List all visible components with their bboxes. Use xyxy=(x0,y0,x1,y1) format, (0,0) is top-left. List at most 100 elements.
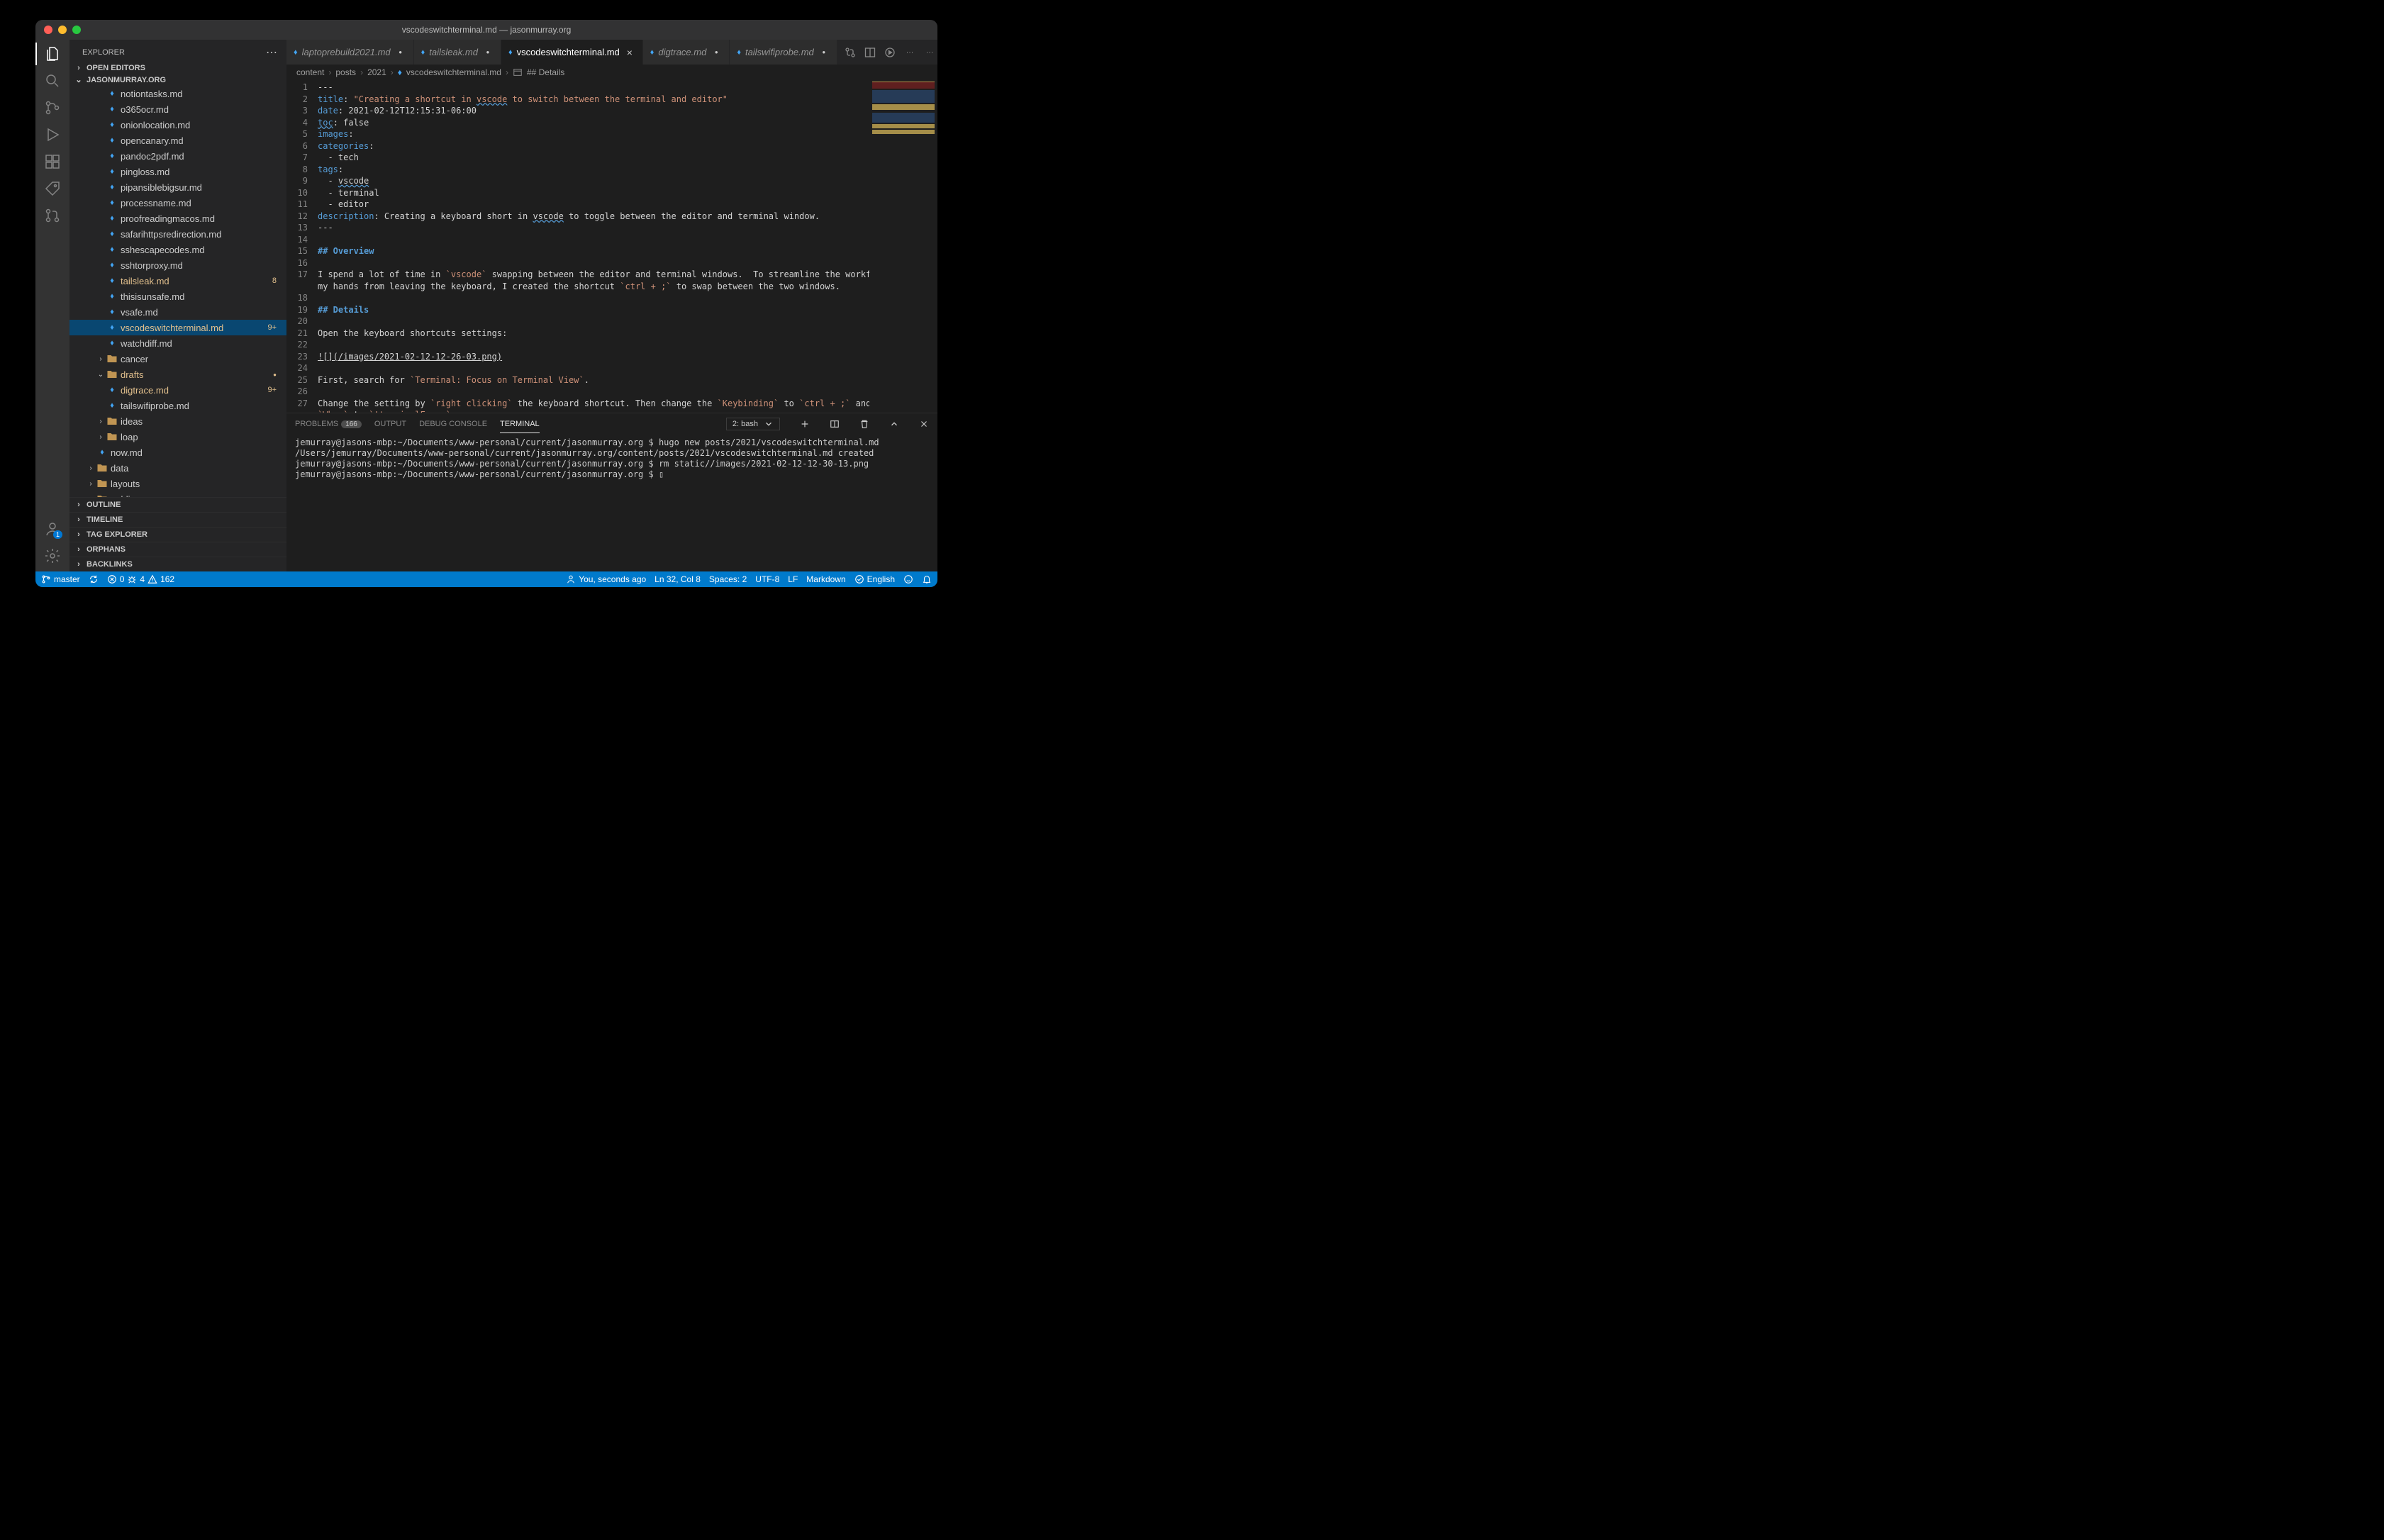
panel-tab-output[interactable]: OUTPUT xyxy=(374,415,406,433)
file-tree[interactable]: ♦notiontasks.md♦o365ocr.md♦onionlocation… xyxy=(69,86,286,497)
file-tailsleak.md[interactable]: ♦tailsleak.md8 xyxy=(69,273,286,289)
breadcrumb-seg[interactable]: content xyxy=(296,67,324,77)
sidebar-section-open-editors[interactable]: ›OPEN EDITORS xyxy=(69,62,286,74)
dirty-indicator[interactable] xyxy=(395,47,406,58)
file-notiontasks.md[interactable]: ♦notiontasks.md xyxy=(69,86,286,101)
folder-public[interactable]: ›public xyxy=(69,491,286,497)
file-pandoc2pdf.md[interactable]: ♦pandoc2pdf.md xyxy=(69,148,286,164)
status-item[interactable]: Spaces: 2 xyxy=(709,574,747,584)
tags-icon[interactable] xyxy=(44,180,61,197)
panel-tab-debug-console[interactable]: DEBUG CONSOLE xyxy=(419,415,487,433)
tab-digtrace.md[interactable]: ♦digtrace.md xyxy=(643,40,730,65)
status-item[interactable]: master xyxy=(41,574,80,584)
markdown-file-icon: ♦ xyxy=(106,166,118,177)
panel-tab-terminal[interactable]: TERMINAL xyxy=(500,415,540,433)
sidebar-section-jasonmurray-org[interactable]: ⌄JASONMURRAY.ORG xyxy=(69,74,286,86)
sidebar-section-outline[interactable]: ›OUTLINE xyxy=(69,497,286,512)
tab-tailswifiprobe.md[interactable]: ♦tailswifiprobe.md xyxy=(730,40,837,65)
status-item[interactable]: Markdown xyxy=(806,574,845,584)
source-control-icon[interactable] xyxy=(44,99,61,116)
folder-data[interactable]: ›data xyxy=(69,460,286,476)
terminal-selector[interactable]: 2: bash xyxy=(726,418,780,430)
zoom-window-button[interactable] xyxy=(72,26,81,34)
file-tailswifiprobe.md[interactable]: ♦tailswifiprobe.md xyxy=(69,398,286,413)
file-watchdiff.md[interactable]: ♦watchdiff.md xyxy=(69,335,286,351)
file-digtrace.md[interactable]: ♦digtrace.md9+ xyxy=(69,382,286,398)
file-safarihttpsredirection.md[interactable]: ♦safarihttpsredirection.md xyxy=(69,226,286,242)
extensions-icon[interactable] xyxy=(44,153,61,170)
breadcrumb-seg[interactable]: 2021 xyxy=(367,67,386,77)
gear-icon[interactable] xyxy=(44,547,61,564)
status-item[interactable] xyxy=(89,574,99,584)
dirty-indicator[interactable] xyxy=(711,47,722,58)
sidebar-section-timeline[interactable]: ›TIMELINE xyxy=(69,512,286,527)
file-opencanary.md[interactable]: ♦opencanary.md xyxy=(69,133,286,148)
editor-content[interactable]: ---title: "Creating a shortcut in vscode… xyxy=(315,80,869,413)
tab-laptoprebuild2021.md[interactable]: ♦laptoprebuild2021.md xyxy=(286,40,414,65)
file-o365ocr.md[interactable]: ♦o365ocr.md xyxy=(69,101,286,117)
editor[interactable]: 1234567891011121314151617181920212223242… xyxy=(286,80,869,413)
dirty-indicator[interactable] xyxy=(818,47,830,58)
file-proofreadingmacos.md[interactable]: ♦proofreadingmacos.md xyxy=(69,211,286,226)
titlebar[interactable]: vscodeswitchterminal.md — jasonmurray.or… xyxy=(35,20,937,40)
breadcrumb-sep: › xyxy=(506,67,508,77)
activity-bar: 1 xyxy=(35,40,69,571)
preview-icon[interactable] xyxy=(864,47,876,58)
account-icon[interactable]: 1 xyxy=(44,520,61,537)
status-item[interactable] xyxy=(922,574,932,584)
more-icon[interactable] xyxy=(904,47,915,58)
folder-ideas[interactable]: ›ideas xyxy=(69,413,286,429)
panel-tab-problems[interactable]: PROBLEMS166 xyxy=(295,415,362,433)
file-sshtorproxy.md[interactable]: ♦sshtorproxy.md xyxy=(69,257,286,273)
status-item[interactable]: Ln 32, Col 8 xyxy=(655,574,701,584)
file-onionlocation.md[interactable]: ♦onionlocation.md xyxy=(69,117,286,133)
file-thisisunsafe.md[interactable]: ♦thisisunsafe.md xyxy=(69,289,286,304)
folder-drafts[interactable]: ⌄drafts● xyxy=(69,367,286,382)
minimize-window-button[interactable] xyxy=(58,26,67,34)
sidebar-section-backlinks[interactable]: ›BACKLINKS xyxy=(69,557,286,571)
file-vsafe.md[interactable]: ♦vsafe.md xyxy=(69,304,286,320)
terminal-output[interactable]: jemurray@jasons-mbp:~/Documents/www-pers… xyxy=(286,435,937,571)
status-item[interactable]: You, seconds ago xyxy=(566,574,646,584)
plus-icon[interactable] xyxy=(800,419,810,429)
git-pr-icon[interactable] xyxy=(44,207,61,224)
search-icon[interactable] xyxy=(44,72,61,89)
folder-layouts[interactable]: ›layouts xyxy=(69,476,286,491)
status-item[interactable]: UTF-8 xyxy=(755,574,779,584)
run-icon[interactable] xyxy=(884,47,896,58)
chevron-right-icon: › xyxy=(96,418,105,425)
debug-icon[interactable] xyxy=(44,126,61,143)
breadcrumb[interactable]: content›posts›2021›♦vscodeswitchterminal… xyxy=(286,65,937,80)
trash-icon[interactable] xyxy=(859,419,869,429)
file-pipansiblebigsur.md[interactable]: ♦pipansiblebigsur.md xyxy=(69,179,286,195)
status-item[interactable] xyxy=(903,574,913,584)
split-icon[interactable] xyxy=(830,419,840,429)
dirty-indicator[interactable] xyxy=(482,47,494,58)
close-tab-icon[interactable]: × xyxy=(624,47,635,58)
close-icon[interactable] xyxy=(919,419,929,429)
sidebar-section-orphans[interactable]: ›ORPHANS xyxy=(69,542,286,557)
explorer-more-icon[interactable]: ⋯ xyxy=(266,45,278,60)
status-item[interactable]: 04162 xyxy=(107,574,174,584)
git-compare-icon[interactable] xyxy=(845,47,856,58)
files-icon[interactable] xyxy=(44,45,61,62)
file-processname.md[interactable]: ♦processname.md xyxy=(69,195,286,211)
tab-tailsleak.md[interactable]: ♦tailsleak.md xyxy=(414,40,501,65)
file-vscodeswitchterminal.md[interactable]: ♦vscodeswitchterminal.md9+ xyxy=(69,320,286,335)
folder-loap[interactable]: ›loap xyxy=(69,429,286,445)
breadcrumb-seg[interactable]: ## Details xyxy=(527,67,564,77)
close-window-button[interactable] xyxy=(44,26,52,34)
chevron-up-icon[interactable] xyxy=(889,419,899,429)
sidebar-section-tag-explorer[interactable]: ›TAG EXPLORER xyxy=(69,527,286,542)
status-item[interactable]: LF xyxy=(788,574,798,584)
more-icon[interactable] xyxy=(924,47,935,58)
folder-cancer[interactable]: ›cancer xyxy=(69,351,286,367)
breadcrumb-seg[interactable]: posts xyxy=(335,67,356,77)
file-sshescapecodes.md[interactable]: ♦sshescapecodes.md xyxy=(69,242,286,257)
breadcrumb-seg[interactable]: vscodeswitchterminal.md xyxy=(406,67,501,77)
file-now.md[interactable]: ♦now.md xyxy=(69,445,286,460)
tab-vscodeswitchterminal.md[interactable]: ♦vscodeswitchterminal.md× xyxy=(501,40,643,65)
file-pingloss.md[interactable]: ♦pingloss.md xyxy=(69,164,286,179)
minimap[interactable] xyxy=(869,80,937,413)
status-item[interactable]: English xyxy=(854,574,895,584)
